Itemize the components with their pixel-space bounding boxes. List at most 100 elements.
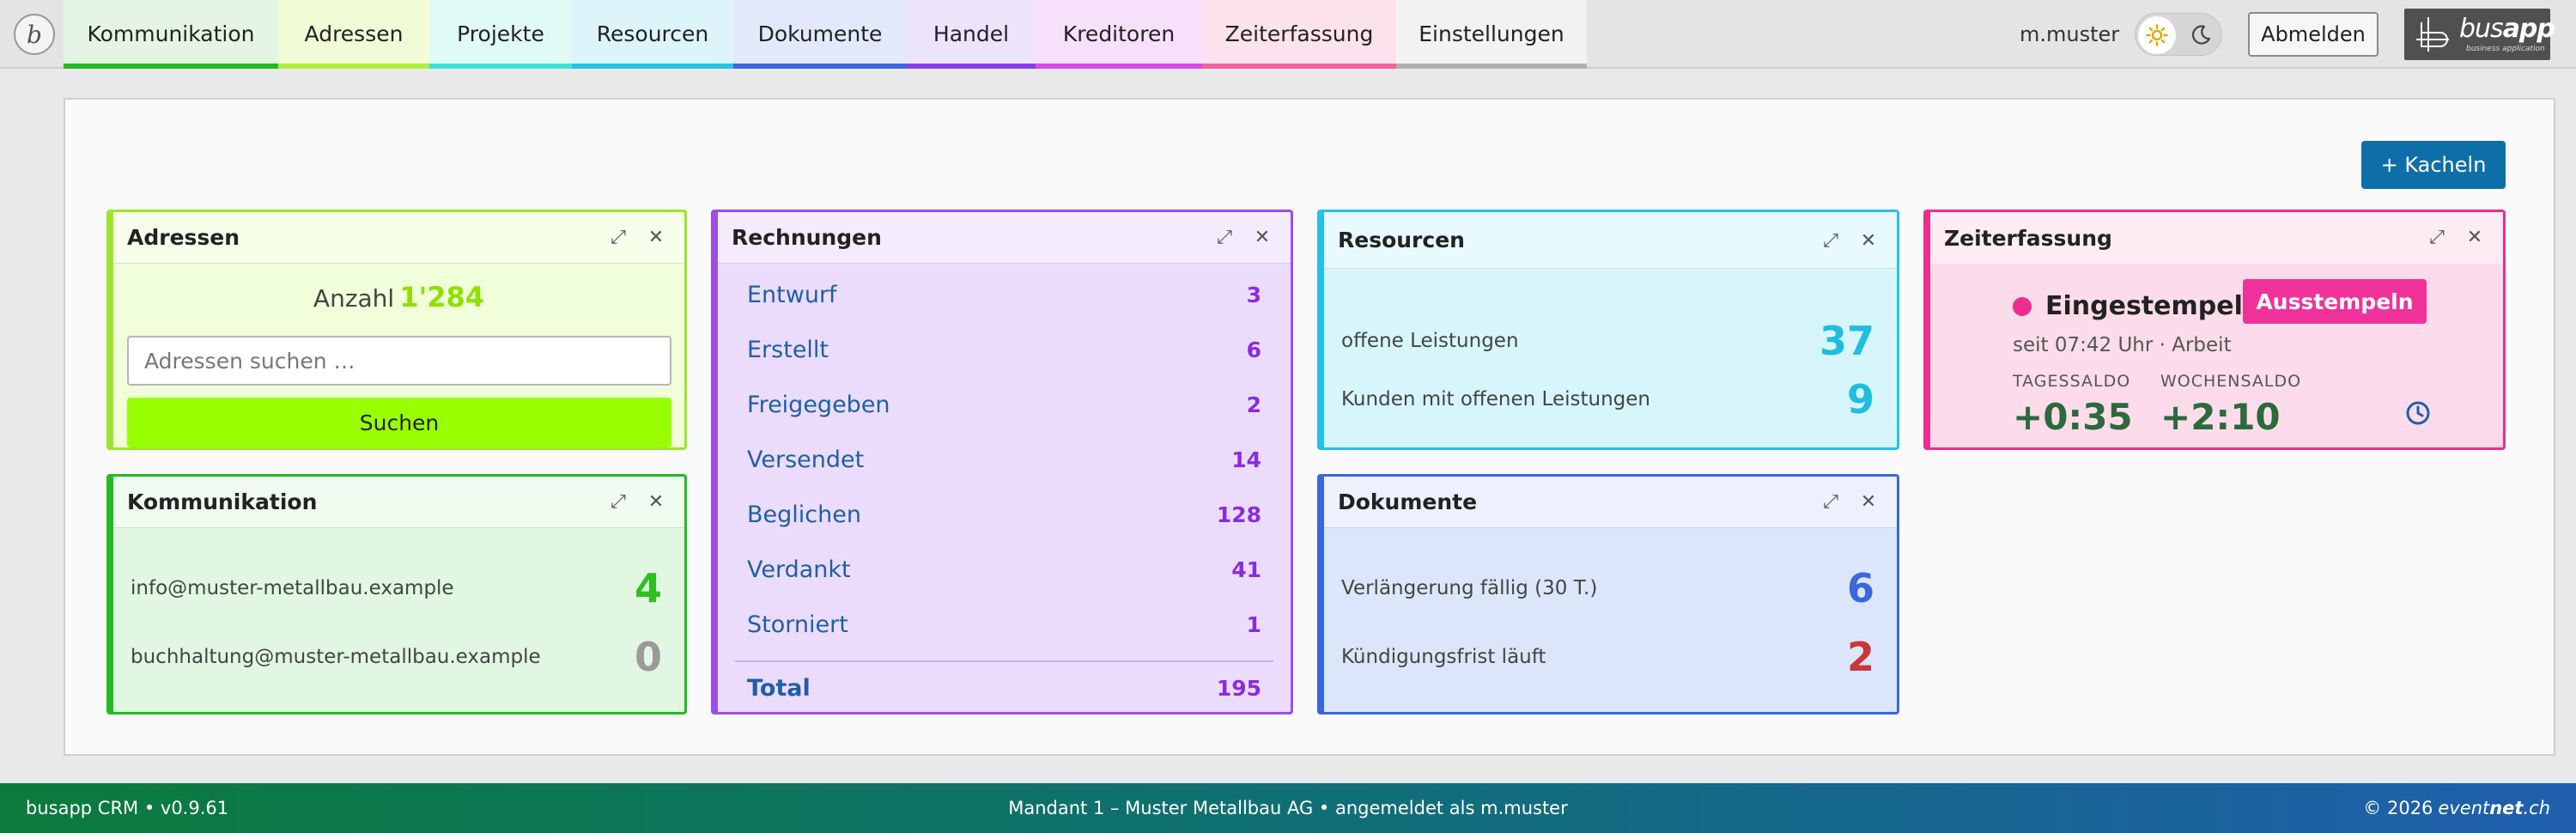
tab-adressen[interactable]: Adressen bbox=[278, 0, 429, 69]
moon-icon[interactable] bbox=[2182, 16, 2220, 54]
week-balance-label: WOCHENSALDO bbox=[2160, 372, 2302, 391]
sun-icon[interactable] bbox=[2138, 16, 2176, 54]
card-zeiterfassung: Zeiterfassung ⤢ ✕ Eingestempelt Ausstemp… bbox=[1923, 210, 2506, 450]
document-stat-value: 6 bbox=[1846, 565, 1874, 611]
mailbox-count: 4 bbox=[634, 565, 662, 611]
expand-icon[interactable]: ⤢ bbox=[605, 224, 631, 250]
expand-icon[interactable]: ⤢ bbox=[605, 489, 631, 514]
tab-resourcen[interactable]: Resourcen bbox=[572, 0, 733, 69]
document-stat-row[interactable]: Verlängerung fällig (30 T.) 6 bbox=[1341, 562, 1874, 614]
expand-icon[interactable]: ⤢ bbox=[1818, 489, 1844, 514]
invoice-status-label: Beglichen bbox=[747, 501, 861, 528]
invoice-status-row[interactable]: Entwurf 3 bbox=[747, 269, 1261, 320]
tab-dokumente[interactable]: Dokumente bbox=[733, 0, 907, 69]
document-stat-label: Verlängerung fällig (30 T.) bbox=[1341, 577, 1598, 599]
address-search-input[interactable] bbox=[127, 336, 671, 386]
tab-label: Zeiterfassung bbox=[1224, 21, 1374, 46]
invoice-status-row[interactable]: Verdankt 41 bbox=[747, 544, 1261, 595]
resource-stat-label: offene Leistungen bbox=[1341, 330, 1519, 352]
busapp-logo-mark bbox=[2416, 17, 2449, 52]
resource-stat-value: 37 bbox=[1819, 318, 1874, 364]
resource-stat-row[interactable]: offene Leistungen 37 bbox=[1341, 315, 1874, 367]
invoice-total-label: Total bbox=[747, 674, 811, 702]
invoice-status-count: 3 bbox=[1246, 282, 1261, 307]
close-icon[interactable]: ✕ bbox=[1856, 489, 1881, 514]
invoice-total-value: 195 bbox=[1216, 675, 1261, 701]
week-balance-value: +2:10 bbox=[2160, 396, 2281, 438]
resource-stat-label: Kunden mit offenen Leistungen bbox=[1341, 388, 1650, 410]
card-title: Resourcen bbox=[1324, 212, 1897, 269]
close-icon[interactable]: ✕ bbox=[643, 224, 669, 250]
invoice-status-row[interactable]: Storniert 1 bbox=[747, 599, 1261, 650]
tab-label: Projekte bbox=[457, 21, 544, 46]
invoice-status-label: Verdankt bbox=[747, 556, 851, 583]
invoice-status-count: 2 bbox=[1246, 392, 1261, 417]
invoice-status-row[interactable]: Erstellt 6 bbox=[747, 324, 1261, 375]
tab-label: Resourcen bbox=[596, 21, 709, 46]
invoice-status-label: Storniert bbox=[747, 611, 848, 638]
address-count: Anzahl 1'284 bbox=[113, 281, 684, 313]
tab-projekte[interactable]: Projekte bbox=[429, 0, 572, 69]
eventnet-link[interactable]: eventnet.ch bbox=[2438, 798, 2550, 818]
mailbox-address: info@muster-metallbau.example bbox=[131, 577, 454, 599]
home-logo-letter: b bbox=[27, 20, 42, 49]
footer: busapp CRM • v0.9.61 Mandant 1 – Muster … bbox=[0, 783, 2576, 833]
expand-icon[interactable]: ⤢ bbox=[1818, 228, 1844, 253]
clock-status: Eingestempelt bbox=[2013, 291, 2255, 321]
invoice-status-count: 6 bbox=[1246, 337, 1261, 362]
close-icon[interactable]: ✕ bbox=[2462, 224, 2488, 250]
tab-zeiterfassung[interactable]: Zeiterfassung bbox=[1202, 0, 1396, 69]
main-nav: Kommunikation Adressen Projekte Resource… bbox=[64, 0, 1587, 69]
card-title: Dokumente bbox=[1324, 477, 1897, 528]
tab-kommunikation[interactable]: Kommunikation bbox=[64, 0, 278, 69]
busapp-logo: busapp business application bbox=[2404, 9, 2555, 60]
mailbox-row[interactable]: buchhaltung@muster-metallbau.example 0 bbox=[131, 631, 662, 683]
tab-label: Kommunikation bbox=[87, 21, 255, 46]
invoice-status-count: 1 bbox=[1246, 611, 1261, 637]
card-kommunikation: Kommunikation ⤢ ✕ info@muster-metallbau.… bbox=[106, 474, 687, 714]
document-stat-label: Kündigungsfrist läuft bbox=[1341, 646, 1546, 668]
invoice-status-label: Versendet bbox=[747, 446, 865, 473]
close-icon[interactable]: ✕ bbox=[1249, 224, 1275, 250]
mailbox-count: 0 bbox=[634, 634, 662, 680]
clock-icon[interactable] bbox=[2404, 399, 2432, 427]
mailbox-row[interactable]: info@muster-metallbau.example 4 bbox=[131, 562, 662, 614]
resource-stat-value: 9 bbox=[1846, 376, 1874, 423]
tab-label: Handel bbox=[933, 21, 1010, 46]
resource-stat-row[interactable]: Kunden mit offenen Leistungen 9 bbox=[1341, 374, 1874, 425]
invoice-status-row[interactable]: Versendet 14 bbox=[747, 434, 1261, 485]
invoice-total-row: Total 195 bbox=[747, 662, 1261, 712]
tab-handel[interactable]: Handel bbox=[907, 0, 1036, 69]
close-icon[interactable]: ✕ bbox=[643, 489, 669, 514]
logout-button[interactable]: Abmelden bbox=[2248, 12, 2379, 57]
invoice-status-row[interactable]: Beglichen 128 bbox=[747, 489, 1261, 540]
brand-subtitle: business application bbox=[2466, 45, 2545, 53]
brand-name-main: bus bbox=[2459, 14, 2504, 44]
invoice-status-count: 14 bbox=[1231, 447, 1261, 472]
card-title: Zeiterfassung bbox=[1930, 212, 2503, 264]
tab-label: Kreditoren bbox=[1062, 21, 1176, 46]
card-dokumente: Dokumente ⤢ ✕ Verlängerung fällig (30 T.… bbox=[1317, 474, 1899, 714]
tenant-info: Mandant 1 – Muster Metallbau AG • angeme… bbox=[1008, 798, 1568, 818]
expand-icon[interactable]: ⤢ bbox=[2424, 224, 2450, 250]
day-balance-label: TAGESSALDO bbox=[2013, 372, 2131, 391]
username: m.muster bbox=[2020, 22, 2120, 46]
home-logo[interactable]: b bbox=[14, 14, 55, 55]
invoice-status-row[interactable]: Freigegeben 2 bbox=[747, 379, 1261, 430]
tab-einstellungen[interactable]: Einstellungen bbox=[1396, 0, 1587, 69]
eventnet-part-c: .ch bbox=[2523, 798, 2550, 818]
close-icon[interactable]: ✕ bbox=[1856, 228, 1881, 253]
card-title: Rechnungen bbox=[718, 212, 1291, 264]
copyright: © 2026 eventnet.ch bbox=[2363, 783, 2550, 833]
tab-label: Dokumente bbox=[757, 21, 883, 46]
tab-kreditoren[interactable]: Kreditoren bbox=[1036, 0, 1202, 69]
tab-label: Einstellungen bbox=[1419, 21, 1564, 46]
expand-icon[interactable]: ⤢ bbox=[1212, 224, 1237, 250]
theme-toggle[interactable] bbox=[2135, 13, 2222, 56]
mailbox-address: buchhaltung@muster-metallbau.example bbox=[131, 646, 541, 668]
add-tiles-button[interactable]: + Kacheln bbox=[2361, 141, 2506, 189]
document-stat-row[interactable]: Kündigungsfrist läuft 2 bbox=[1341, 631, 1874, 683]
clock-out-button[interactable]: Ausstempeln bbox=[2243, 279, 2427, 324]
address-search-button[interactable]: Suchen bbox=[127, 398, 671, 447]
card-rechnungen: Rechnungen ⤢ ✕ Entwurf 3 Erstellt 6 Freige… bbox=[711, 210, 1293, 714]
